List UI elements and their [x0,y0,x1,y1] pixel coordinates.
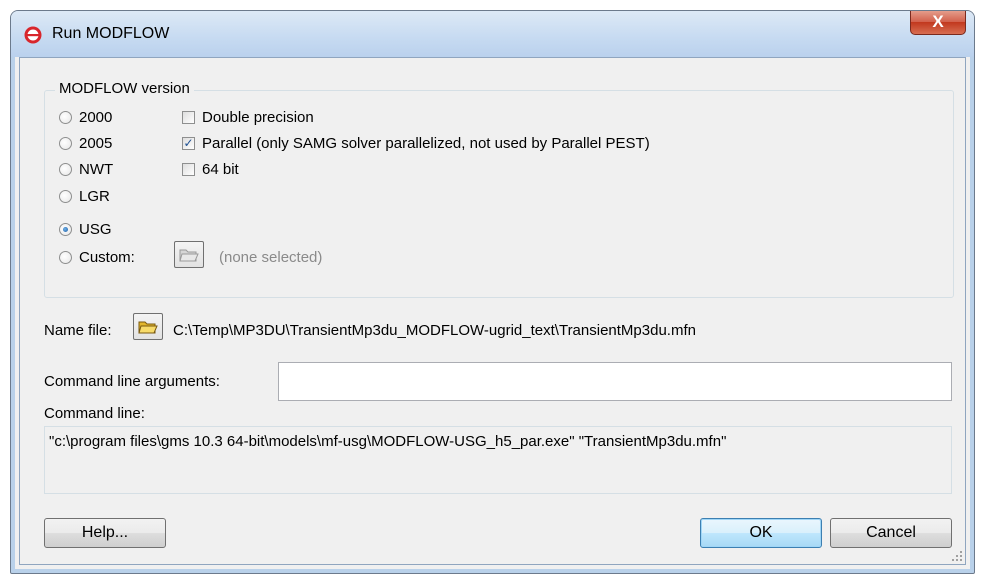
name-file-label: Name file: [44,322,112,339]
checkbox[interactable] [182,163,195,176]
checkbox[interactable] [182,111,195,124]
radio-usg[interactable]: USG [59,221,112,238]
double-precision-checkbox[interactable]: Double precision [182,109,314,126]
radio-button[interactable] [59,190,72,203]
radio-button[interactable] [59,111,72,124]
radio-button[interactable] [59,251,72,264]
radio-2000[interactable]: 2000 [59,109,112,126]
radio-2005[interactable]: 2005 [59,135,112,152]
radio-nwt[interactable]: NWT [59,161,113,178]
title-bar[interactable]: Run MODFLOW X [11,11,974,57]
command-line-text: "c:\program files\gms 10.3 64-bit\models… [49,433,727,450]
open-folder-icon [179,249,199,261]
radio-custom[interactable]: Custom: [59,249,135,266]
radio-button-selected[interactable] [59,223,72,236]
checkbox-label: 64 bit [202,161,239,178]
command-line-display: "c:\program files\gms 10.3 64-bit\models… [44,426,952,494]
checkbox-label: Parallel (only SAMG solver parallelized,… [202,135,650,152]
name-file-path: C:\Temp\MP3DU\TransientMp3du_MODFLOW-ugr… [173,322,696,339]
checkbox-label: Double precision [202,109,314,126]
radio-button[interactable] [59,137,72,150]
run-modflow-dialog: Run MODFLOW X MODFLOW version 2000 2005 … [10,10,975,574]
radio-label: 2000 [79,109,113,126]
64-bit-checkbox[interactable]: 64 bit [182,161,239,178]
name-file-browse-button[interactable] [133,313,163,340]
close-button[interactable]: X [910,11,966,35]
custom-path-text: (none selected) [219,249,323,266]
open-folder-icon [138,321,158,333]
radio-lgr[interactable]: LGR [59,188,110,205]
ok-button[interactable]: OK [700,518,822,548]
gms-app-icon [24,26,42,44]
command-args-label: Command line arguments: [44,373,220,390]
cancel-button[interactable]: Cancel [830,518,952,548]
window-title: Run MODFLOW [52,25,170,42]
group-legend: MODFLOW version [55,80,194,97]
command-args-input[interactable] [278,362,952,401]
checkbox-checked[interactable]: ✓ [182,137,195,150]
resize-grip-icon[interactable] [951,550,963,562]
radio-label: Custom: [79,249,135,266]
custom-browse-button[interactable] [174,241,204,268]
help-button[interactable]: Help... [44,518,166,548]
radio-button[interactable] [59,163,72,176]
dialog-body: MODFLOW version 2000 2005 NWT LGR USG Cu… [19,57,966,565]
radio-label: USG [79,221,112,238]
radio-label: NWT [79,161,114,178]
radio-label: LGR [79,188,110,205]
modflow-version-group: MODFLOW version 2000 2005 NWT LGR USG Cu… [44,80,954,298]
radio-label: 2005 [79,135,113,152]
command-line-label: Command line: [44,405,145,422]
parallel-checkbox[interactable]: ✓ Parallel (only SAMG solver parallelize… [182,135,650,152]
